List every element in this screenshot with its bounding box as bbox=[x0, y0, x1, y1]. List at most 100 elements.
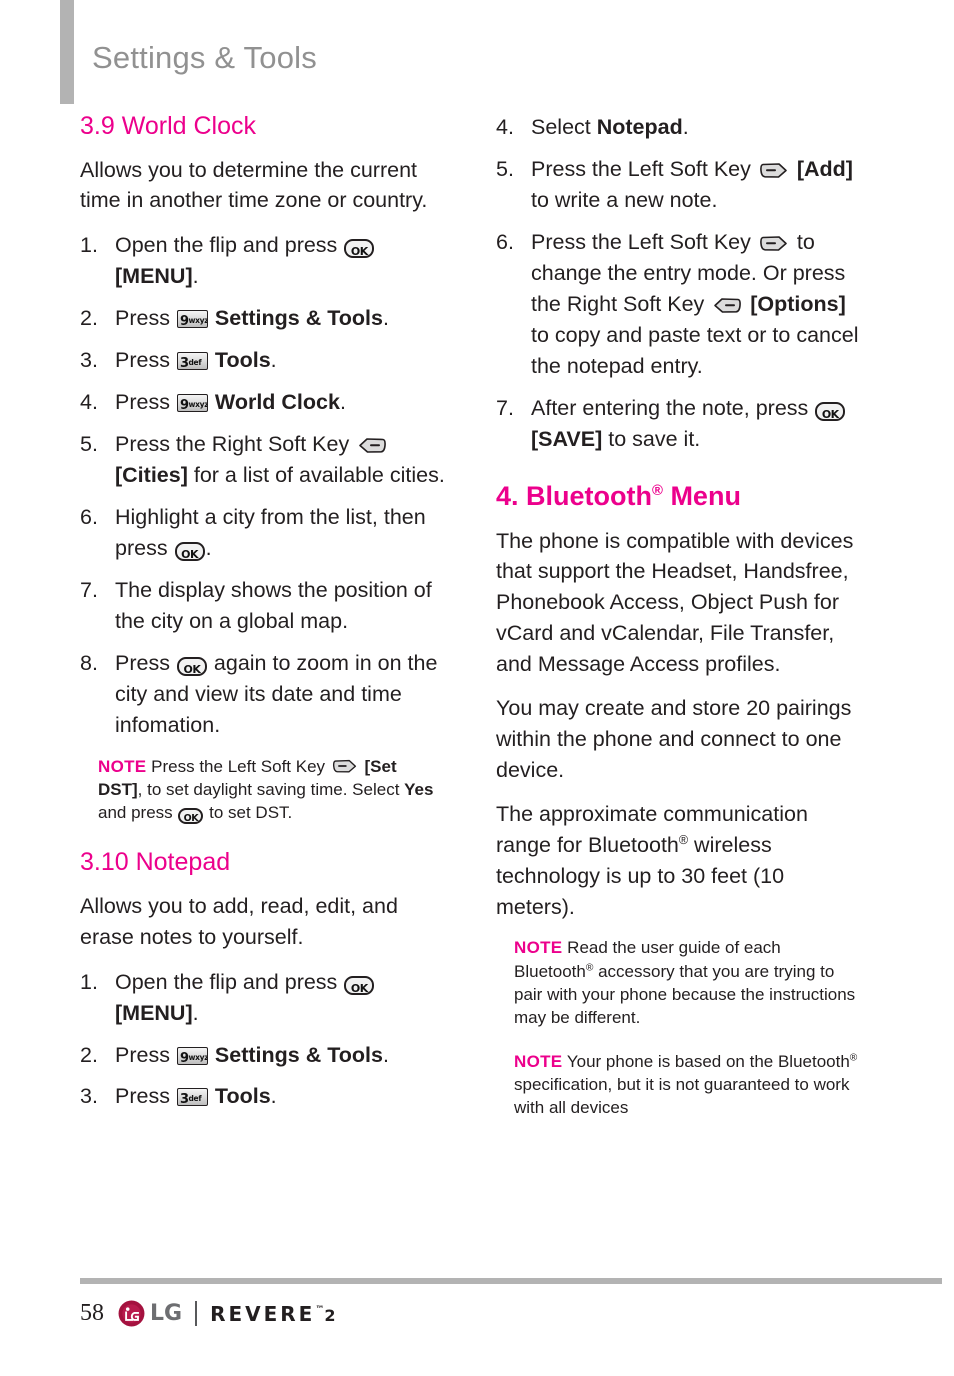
left-soft-key-icon bbox=[759, 161, 789, 180]
step-number: 4. bbox=[496, 115, 514, 139]
left-soft-key-icon bbox=[332, 758, 358, 775]
ok-key-icon: OK bbox=[344, 239, 375, 259]
step-item: 7. After entering the note, press OK [SAV… bbox=[496, 393, 861, 455]
bluetooth-paragraph: The approximate communication range for … bbox=[496, 799, 861, 922]
trademark-icon: ™ bbox=[315, 1304, 325, 1315]
page-number: 58 bbox=[80, 1300, 104, 1326]
step-text: After entering the note, press bbox=[531, 395, 815, 420]
left-column: 3.9 World Clock Allows you to determine … bbox=[80, 112, 445, 1123]
ok-key-icon: OK bbox=[178, 808, 204, 825]
step-tail: to write a new note. bbox=[531, 187, 718, 212]
step-text: Press bbox=[115, 650, 176, 675]
registered-trademark-icon: ® bbox=[849, 1051, 858, 1063]
step-tail: . bbox=[192, 1000, 199, 1025]
page-title: Settings & Tools bbox=[92, 40, 317, 75]
note-label: NOTE bbox=[98, 756, 147, 776]
right-soft-key-icon bbox=[712, 296, 742, 315]
step-number: 5. bbox=[80, 431, 98, 456]
step-text: Press the Left Soft Key bbox=[531, 156, 757, 181]
step-bold: [Cities] bbox=[115, 462, 188, 487]
step-number: 4. bbox=[80, 390, 98, 415]
page-header: Settings & Tools bbox=[0, 0, 954, 112]
lg-logo-icon bbox=[118, 1300, 145, 1327]
key-3-def-icon: 3def bbox=[176, 1088, 208, 1107]
registered-trademark-icon: ® bbox=[678, 833, 689, 848]
step-tail: . bbox=[205, 535, 212, 560]
footer-content: 58 LG REVERE™2 bbox=[80, 1300, 335, 1327]
registered-trademark-icon: ® bbox=[652, 482, 663, 499]
paragraph-text: You may create and store 20 pairings wit… bbox=[496, 696, 852, 782]
step-tail: . bbox=[339, 390, 346, 415]
step-item: 4. Press 9wxyz World Clock. bbox=[80, 387, 445, 418]
bluetooth-paragraph: The phone is compatible with devices tha… bbox=[496, 526, 861, 680]
step-bold: [MENU] bbox=[115, 264, 193, 289]
ok-key-icon: OK bbox=[344, 975, 375, 995]
note-text: Press the Left Soft Key bbox=[146, 756, 330, 776]
left-soft-key-icon bbox=[759, 234, 789, 253]
step-item: 3. Press 3def Tools. bbox=[80, 345, 445, 376]
step-text: The display shows the position of the ci… bbox=[115, 577, 432, 633]
header-accent-bar bbox=[60, 0, 74, 104]
step-number: 5. bbox=[496, 156, 514, 181]
model-number: 2 bbox=[324, 1305, 336, 1325]
key-3-def-icon: 3def bbox=[176, 352, 208, 371]
step-tail: to copy and paste text or to cancel the … bbox=[531, 322, 859, 378]
step-number: 7. bbox=[496, 395, 514, 420]
section-heading-world-clock: 3.9 World Clock bbox=[80, 112, 256, 140]
note-text: Your phone is based on the Bluetooth bbox=[562, 1051, 850, 1071]
bluetooth-paragraph: You may create and store 20 pairings wit… bbox=[496, 693, 861, 785]
key-9-wxyz-icon: 9wxyz bbox=[176, 310, 208, 329]
world-clock-steps: 1. Open the flip and press OK [MENU]. 2. P… bbox=[80, 230, 445, 740]
step-number: 2. bbox=[80, 306, 98, 331]
note-bold-2: Yes bbox=[404, 779, 434, 799]
step-bold: Settings & Tools bbox=[214, 306, 383, 331]
note-label: NOTE bbox=[514, 938, 563, 958]
step-item: 1. Open the flip and press OK [MENU]. bbox=[80, 967, 445, 1029]
note-text-2: , to set daylight saving time. Select bbox=[137, 779, 405, 799]
step-number: 7. bbox=[80, 577, 98, 602]
step-item: 1. Open the flip and press OK [MENU]. bbox=[80, 230, 445, 292]
step-tail: . bbox=[192, 264, 199, 289]
heading-text-post: Menu bbox=[662, 480, 741, 511]
step-text: Press bbox=[115, 390, 176, 415]
note-text-2: specification, but it is not guaranteed … bbox=[514, 1074, 850, 1118]
world-clock-intro: Allows you to determine the current time… bbox=[80, 157, 428, 213]
step-tail: . bbox=[270, 1084, 277, 1109]
step-text: Press bbox=[115, 1084, 176, 1109]
step-text: Press the Left Soft Key bbox=[531, 229, 757, 254]
step-bold: Tools bbox=[214, 348, 271, 373]
step-item: 3. Press 3def Tools. bbox=[80, 1081, 445, 1112]
page-footer: 58 LG REVERE™2 bbox=[0, 1262, 954, 1376]
step-item: 5. Press the Left Soft Key [Add] to write… bbox=[496, 154, 861, 216]
note-bluetooth-accessory: NOTE Read the user guide of each Bluetoo… bbox=[514, 936, 859, 1029]
step-text: Highlight a city from the list, then pre… bbox=[115, 504, 426, 560]
step-item: 4. Select Notepad. bbox=[496, 112, 861, 143]
step-tail: . bbox=[270, 348, 277, 373]
step-number: 1. bbox=[80, 969, 98, 994]
key-9-wxyz-icon: 9wxyz bbox=[176, 1046, 208, 1065]
footer-divider bbox=[80, 1278, 942, 1284]
right-soft-key-icon bbox=[357, 436, 387, 455]
note-bluetooth-specification: NOTE Your phone is based on the Bluetoot… bbox=[514, 1050, 859, 1120]
step-text: Press bbox=[115, 348, 176, 373]
paragraph-text: The phone is compatible with devices tha… bbox=[496, 528, 854, 676]
step-tail: for a list of available cities. bbox=[187, 462, 445, 487]
model-text: REVERE bbox=[210, 1301, 316, 1326]
step-item: 6. Press the Left Soft Key to change the … bbox=[496, 227, 861, 382]
note-set-dst: NOTE Press the Left Soft Key [Set DST], … bbox=[98, 755, 443, 825]
step-item: 7. The display shows the position of the … bbox=[80, 575, 445, 637]
note-text-3: and press bbox=[98, 803, 178, 823]
notepad-intro: Allows you to add, read, edit, and erase… bbox=[80, 894, 398, 949]
note-text-4: to set DST. bbox=[204, 803, 293, 823]
step-text: Open the flip and press bbox=[115, 969, 344, 994]
step-bold: Tools bbox=[214, 1084, 271, 1109]
step-item: 5. Press the Right Soft Key [Cities] for … bbox=[80, 429, 445, 491]
step-item: 8. Press OK again to zoom in on the city … bbox=[80, 648, 445, 741]
step-text: Press the Right Soft Key bbox=[115, 431, 356, 456]
footer-separator bbox=[195, 1301, 198, 1326]
heading-text: 4. Bluetooth bbox=[496, 480, 652, 511]
step-number: 6. bbox=[496, 229, 514, 254]
page-body: 3.9 World Clock Allows you to determine … bbox=[0, 112, 954, 1262]
step-bold: [Add] bbox=[796, 156, 853, 181]
step-tail: . bbox=[682, 115, 689, 139]
